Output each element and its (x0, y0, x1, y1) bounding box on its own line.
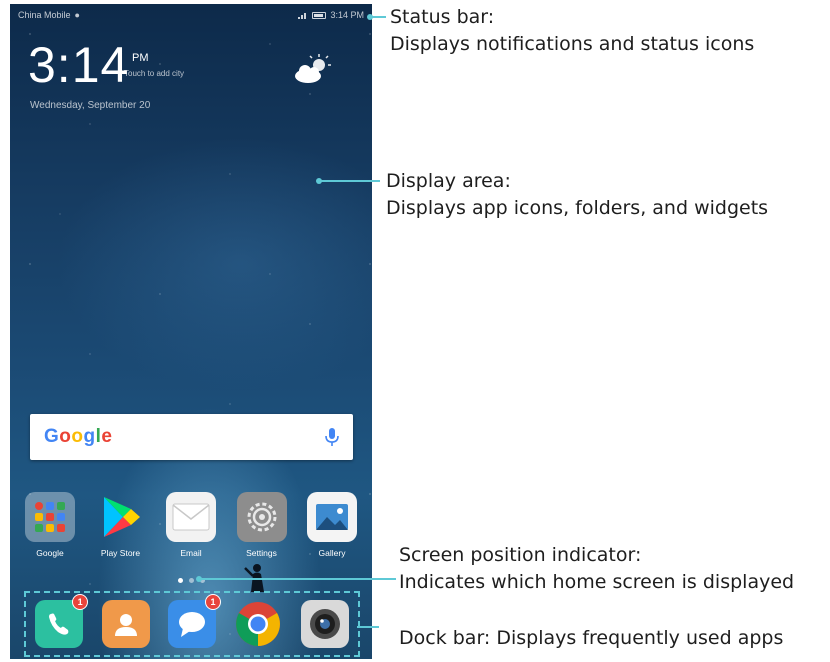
picture-icon (316, 504, 348, 530)
display-area-callout-title: Display area: (386, 170, 511, 192)
app-gallery[interactable]: Gallery (298, 492, 366, 558)
google-logo-g: G (44, 426, 60, 447)
google-folder-icon[interactable] (25, 492, 75, 542)
gear-icon (247, 502, 276, 532)
phone-home-screen: China Mobile ● 3:14 PM 3:14 PM Touch to … (10, 4, 372, 659)
clock-date: Wednesday, September 20 (30, 100, 151, 111)
play-triangle-icon (103, 497, 140, 537)
settings-icon[interactable] (236, 492, 287, 542)
clock-time[interactable]: 3:14 (28, 36, 129, 94)
home-app-row: Google Play Store Email Settings Gallery (16, 492, 366, 558)
chat-bubble-icon (178, 612, 205, 637)
phone-icon[interactable]: 1 (35, 594, 89, 648)
folder-grid-icon (35, 502, 65, 532)
carrier-label: China Mobile (18, 10, 71, 20)
app-email[interactable]: Email (157, 492, 225, 558)
phone-badge: 1 (72, 594, 89, 610)
page-dot (189, 578, 194, 583)
microphone-icon[interactable] (325, 427, 339, 447)
google-search-bar[interactable]: Google (30, 414, 353, 460)
google-logo-g2: g (83, 426, 96, 447)
email-icon[interactable] (166, 492, 216, 542)
google-logo-o2: o (71, 426, 84, 447)
app-label: Email (180, 548, 202, 558)
camera-icon[interactable] (300, 600, 349, 648)
display-area-callout-desc: Displays app icons, folders, and widgets (386, 197, 769, 219)
app-settings[interactable]: Settings (228, 492, 296, 558)
person-icon (114, 614, 137, 636)
chrome-icon[interactable] (234, 600, 282, 648)
app-play-store[interactable]: Play Store (87, 492, 155, 558)
dock-bar-callout-line (357, 626, 379, 628)
status-time: 3:14 PM (330, 10, 364, 20)
screen-indicator-callout: Screen position indicator: Indicates whi… (399, 542, 794, 596)
page-dot-active (178, 578, 183, 583)
google-logo-o1: o (59, 426, 72, 447)
status-bar-callout-desc: Displays notifications and status icons (390, 33, 755, 55)
indicator-callout-line (200, 578, 396, 580)
app-google-folder[interactable]: Google (16, 492, 84, 558)
handset-icon (49, 613, 69, 635)
status-bar-callout-line (370, 16, 386, 18)
screen-indicator-callout-desc: Indicates which home screen is displayed (399, 571, 795, 593)
app-label: Gallery (318, 548, 346, 558)
google-logo-e: e (101, 426, 113, 447)
signal-icon (298, 13, 307, 19)
google-logo: Google (44, 426, 112, 448)
battery-icon (312, 11, 327, 19)
display-area-callout: Display area: Displays app icons, folder… (386, 168, 768, 222)
status-bar-callout: Status bar: Displays notifications and s… (390, 4, 754, 58)
add-city-link[interactable]: Touch to add city (124, 69, 184, 78)
app-label: Play Store (100, 548, 141, 558)
app-label: Settings (246, 548, 277, 558)
status-bar-callout-title: Status bar: (390, 6, 495, 28)
lens-icon (309, 609, 340, 639)
status-bar: China Mobile ● 3:14 PM (10, 4, 372, 26)
display-area-callout-line (320, 180, 380, 182)
dock-bar: 1 1 (24, 591, 360, 657)
dock-bar-callout: Dock bar: Displays frequently used apps (399, 627, 784, 649)
app-label: Google (36, 548, 64, 558)
screen-indicator-callout-title: Screen position indicator: (399, 544, 642, 566)
contacts-icon[interactable] (101, 600, 150, 648)
notification-icon: ● (74, 10, 80, 20)
envelope-icon (172, 503, 210, 531)
messages-badge: 1 (204, 594, 221, 610)
gallery-icon[interactable] (307, 492, 357, 542)
messages-icon[interactable]: 1 (167, 594, 221, 648)
play-store-icon[interactable] (96, 492, 146, 542)
wallpaper-silhouette (244, 564, 264, 592)
clock-ampm: PM (132, 52, 149, 64)
chrome-logo-icon (236, 602, 281, 646)
weather-icon[interactable] (292, 54, 332, 86)
